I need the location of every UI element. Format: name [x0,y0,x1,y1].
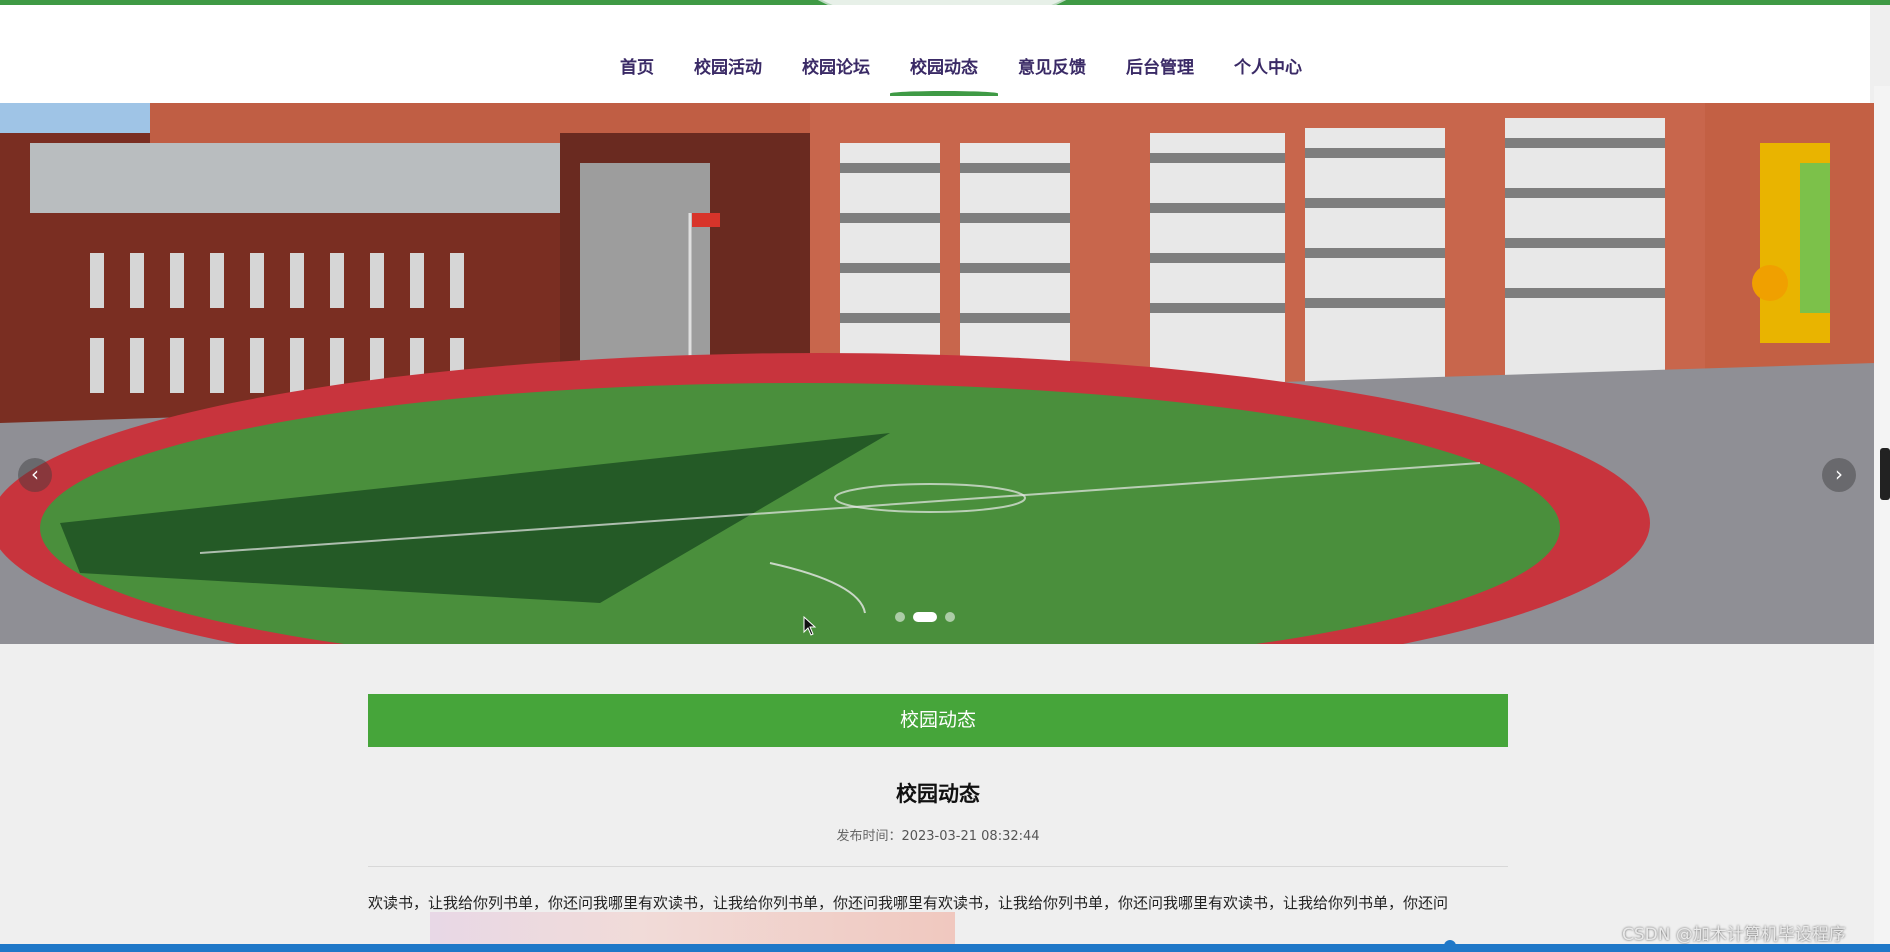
banner-prev-button[interactable]: ‹ [18,458,52,492]
nav-item-personal-center[interactable]: 个人中心 [1214,50,1322,90]
article-image [430,912,955,944]
nav-item-campus-activities[interactable]: 校园活动 [674,50,782,90]
banner-dot-active[interactable] [913,612,937,622]
banner-dot[interactable] [945,612,955,622]
nav-item-admin[interactable]: 后台管理 [1106,50,1214,90]
watermark: CSDN @加木计算机毕设程序 [1622,925,1846,945]
site-header: 首页 校园活动 校园论坛 校园动态 意见反馈 后台管理 个人中心 [0,5,1870,103]
banner-dot[interactable] [895,612,905,622]
publish-time-value: 2023-03-21 08:32:44 [901,829,1040,844]
nav-item-campus-forum[interactable]: 校园论坛 [782,50,890,90]
banner-next-button[interactable]: › [1822,458,1856,492]
main-nav: 首页 校园活动 校园论坛 校园动态 意见反馈 后台管理 个人中心 [600,50,1322,96]
mouse-cursor-icon [803,616,817,636]
bottom-progress-knob[interactable] [1444,940,1456,952]
bottom-progress-bar [0,944,1890,952]
article-meta: 发布时间：2023-03-21 08:32:44 [368,825,1508,844]
publish-time-label: 发布时间： [836,829,902,844]
article-divider [368,866,1508,867]
article-title: 校园动态 [896,782,980,806]
section-header-bar: 校园动态 [368,694,1508,747]
banner-carousel[interactable]: ‹ › [0,103,1875,644]
page-scrollbar[interactable] [1874,86,1890,944]
page-scrollbar-thumb[interactable] [1880,448,1890,500]
nav-item-feedback[interactable]: 意见反馈 [998,50,1106,90]
campus-banner-image [0,103,1875,644]
banner-pagination [895,612,955,622]
nav-item-home[interactable]: 首页 [600,50,674,90]
nav-item-campus-news[interactable]: 校园动态 [890,50,998,96]
